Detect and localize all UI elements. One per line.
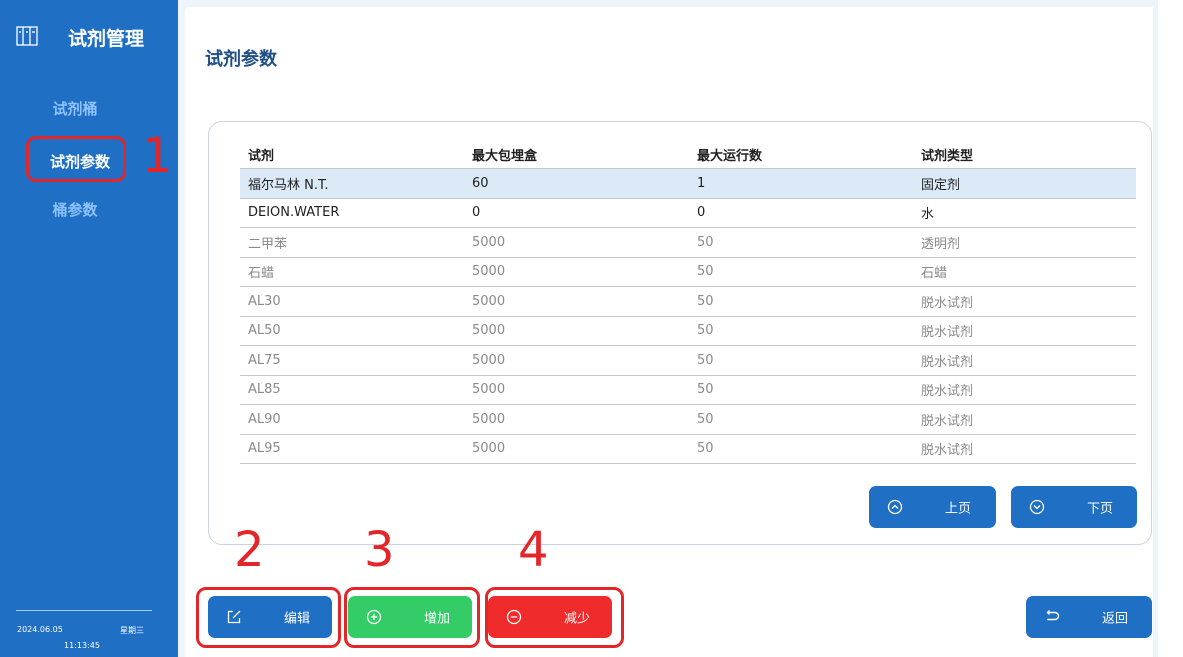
table-cell: AL75 [248,352,281,368]
table-cell: 0 [697,205,706,221]
table-cell: 5000 [472,382,506,398]
sidebar-item-bucket-params[interactable]: 桶参数 [0,192,164,226]
table-cell: 脱水试剂 [921,384,974,400]
callout-number-1: 1 [142,128,173,184]
sidebar-item-reagent-buckets[interactable]: 试剂桶 [0,91,164,125]
callout-box-1 [26,136,126,182]
page-title: 试剂参数 [205,49,277,70]
table-cell: 透明剂 [921,236,961,252]
weekday-label: 星期三 [120,626,144,635]
table-cell: 60 [472,175,489,191]
table-cell: AL90 [248,411,281,427]
table-cell: 脱水试剂 [921,295,974,311]
table-cell: 1 [697,175,706,191]
table-cell: 5000 [472,264,506,280]
table-row[interactable]: 福尔马林 N.T. 60 1 固定剂 [240,169,1136,199]
reagent-tubes-icon [16,26,38,46]
table-cell: 50 [697,264,714,280]
table-cell: 固定剂 [921,177,961,193]
back-label: 返回 [1102,611,1129,627]
table-cell: 50 [697,234,714,250]
table-cell: 50 [697,411,714,427]
table-cell: 5000 [472,441,506,457]
sidebar: 试剂管理 试剂桶 试剂参数 桶参数 2024.06.05 星期三 11:13:4… [0,0,178,657]
table-cell: 脱水试剂 [921,443,974,459]
table-cell: 石蜡 [921,266,948,282]
table-cell: 50 [697,293,714,309]
table-cell: 福尔马林 N.T. [248,177,329,193]
prev-page-label: 上页 [945,501,972,517]
table-cell: 二甲苯 [248,236,288,252]
return-arrow-icon [1046,610,1060,621]
right-margin [1158,0,1183,657]
callout-box-3 [344,587,480,648]
table-cell: 5000 [472,352,506,368]
table-cell: 50 [697,323,714,339]
column-header-max-cassettes: 最大包埋盒 [472,149,538,164]
table-cell: DEION.WATER [248,205,340,221]
date-label: 2024.06.05 [17,625,63,634]
table-row[interactable]: AL95 5000 50 脱水试剂 [240,435,1136,464]
table-row[interactable]: AL85 5000 50 脱水试剂 [240,376,1136,405]
column-header-reagent: 试剂 [248,149,275,164]
back-button[interactable]: 返回 [1026,596,1152,638]
column-header-reagent-type: 试剂类型 [921,149,974,164]
table-cell: 石蜡 [248,266,275,282]
reagent-table: 试剂 最大包埋盒 最大运行数 试剂类型 福尔马林 N.T. 60 1 固定剂 D… [240,141,1136,464]
table-row[interactable]: AL50 5000 50 脱水试剂 [240,317,1136,346]
table-cell: AL95 [248,441,281,457]
time-label: 11:13:45 [64,641,100,650]
table-cell: 50 [697,441,714,457]
callout-box-2 [196,587,341,648]
next-page-label: 下页 [1087,501,1114,517]
table-header: 试剂 最大包埋盒 最大运行数 试剂类型 [240,141,1136,169]
table-row[interactable]: DEION.WATER 0 0 水 [240,199,1136,228]
sidebar-divider [16,610,152,611]
table-cell: 50 [697,352,714,368]
app-title: 试剂管理 [68,28,145,50]
next-page-button[interactable]: 下页 [1011,486,1137,528]
table-cell: AL30 [248,293,281,309]
table-cell: 脱水试剂 [921,413,974,429]
callout-number-2: 2 [234,522,265,578]
column-header-max-runs: 最大运行数 [697,149,763,164]
table-cell: 水 [921,207,935,223]
table-cell: 5000 [472,293,506,309]
table-cell: 5000 [472,323,506,339]
callout-number-4: 4 [518,522,549,578]
callout-box-4 [485,587,624,648]
table-cell: 0 [472,205,481,221]
table-cell: 50 [697,382,714,398]
table-cell: 5000 [472,411,506,427]
table-row[interactable]: 石蜡 5000 50 石蜡 [240,258,1136,287]
table-row[interactable]: AL90 5000 50 脱水试剂 [240,405,1136,435]
table-row[interactable]: AL75 5000 50 脱水试剂 [240,346,1136,376]
table-cell: 脱水试剂 [921,354,974,370]
prev-page-button[interactable]: 上页 [869,486,996,528]
table-cell: 脱水试剂 [921,325,974,341]
callout-number-3: 3 [364,522,395,578]
table-cell: AL50 [248,323,281,339]
chevron-down-circle-icon [1029,499,1045,515]
table-row[interactable]: AL30 5000 50 脱水试剂 [240,287,1136,317]
table-row[interactable]: 二甲苯 5000 50 透明剂 [240,228,1136,258]
chevron-up-circle-icon [887,499,903,515]
table-cell: AL85 [248,382,281,398]
table-cell: 5000 [472,234,506,250]
